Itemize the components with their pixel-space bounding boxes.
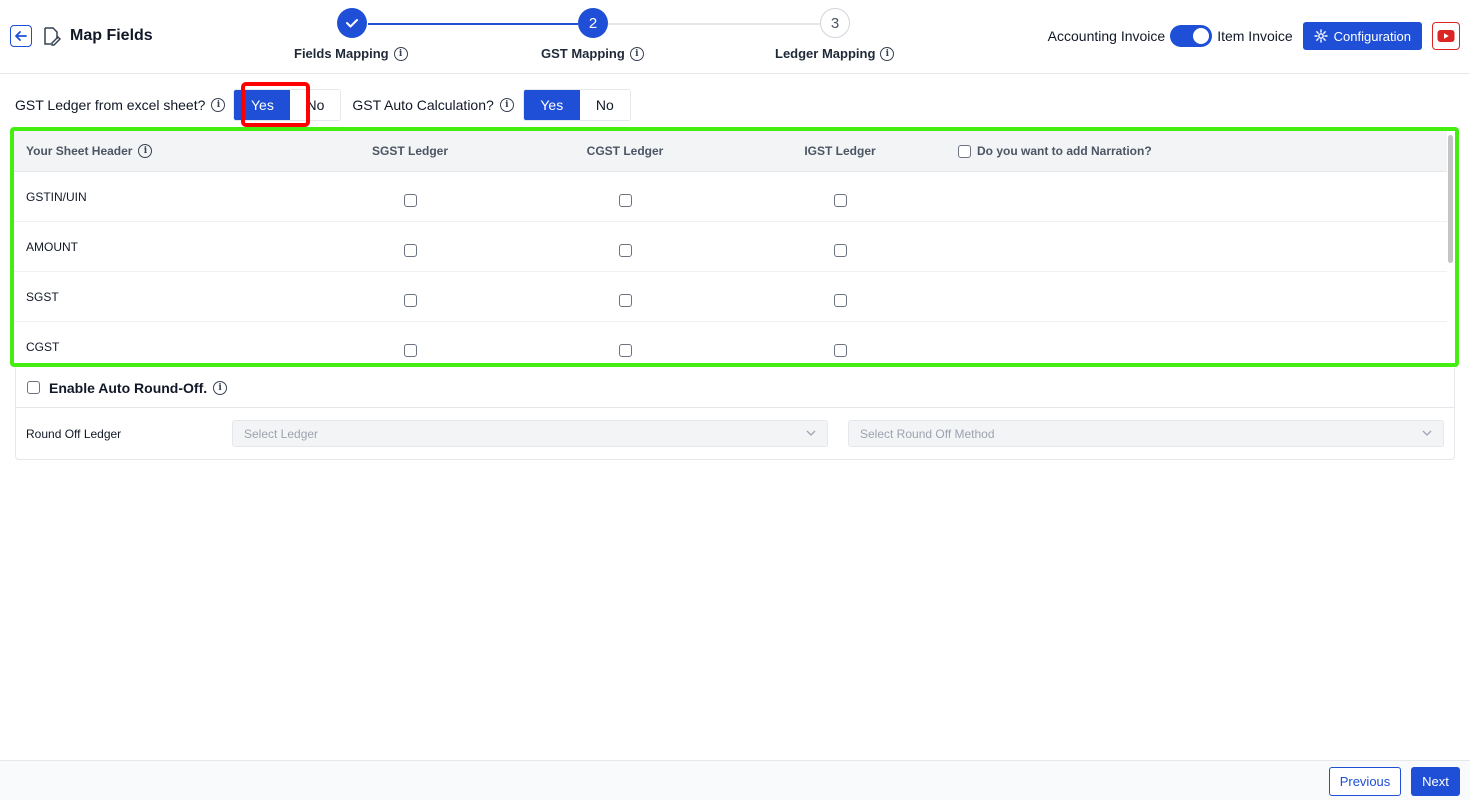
sgst-checkbox[interactable] xyxy=(404,294,417,307)
table-row: CGST xyxy=(14,322,1447,363)
top-header: Map Fields Fields Mapping i 2 GST Mappin… xyxy=(0,0,1470,74)
previous-button[interactable]: Previous xyxy=(1329,767,1401,796)
narration-checkbox[interactable] xyxy=(958,144,971,158)
step-3-circle[interactable]: 3 xyxy=(820,8,850,38)
header-sgst-ledger: SGST Ledger xyxy=(371,144,449,158)
item-invoice-label: Item Invoice xyxy=(1217,28,1293,44)
table-row: AMOUNT xyxy=(14,222,1447,272)
gst-auto-yes-button[interactable]: Yes xyxy=(523,90,580,120)
step-3-label: Ledger Mapping i xyxy=(775,46,895,61)
step-1-label: Fields Mapping i xyxy=(294,46,408,61)
table-header: Your Sheet Header i SGST Ledger CGST Led… xyxy=(14,131,1447,172)
round-off-section: Enable Auto Round-Off. i Round Off Ledge… xyxy=(15,368,1455,460)
select-round-off-method-dropdown[interactable]: Select Round Off Method xyxy=(848,420,1444,447)
info-icon[interactable]: i xyxy=(880,46,895,61)
info-icon[interactable]: i xyxy=(211,98,226,112)
gst-auto-question: GST Auto Calculation? i xyxy=(352,97,514,113)
chevron-down-icon xyxy=(806,430,816,436)
header-cgst-ledger: CGST Ledger xyxy=(586,144,664,158)
youtube-button[interactable] xyxy=(1432,22,1460,50)
back-arrow-icon xyxy=(15,31,27,41)
step-connector-2 xyxy=(608,23,820,25)
igst-checkbox[interactable] xyxy=(834,294,847,307)
header-narration: Do you want to add Narration? xyxy=(958,144,1152,158)
gst-ledger-question: GST Ledger from excel sheet? i xyxy=(15,97,226,113)
igst-checkbox[interactable] xyxy=(834,244,847,257)
gst-questions-row: GST Ledger from excel sheet? i Yes No GS… xyxy=(15,89,631,121)
step-2-label: GST Mapping i xyxy=(541,46,644,61)
auto-round-off-checkbox[interactable] xyxy=(27,381,40,394)
table-row: SGST xyxy=(14,272,1447,322)
invoice-controls: Accounting Invoice Item Invoice Configur… xyxy=(1048,22,1460,50)
auto-round-off-label: Enable Auto Round-Off. i xyxy=(49,380,228,396)
back-button[interactable] xyxy=(10,25,32,47)
table-scrollbar[interactable] xyxy=(1448,135,1453,263)
cgst-checkbox[interactable] xyxy=(619,244,632,257)
step-1-circle[interactable] xyxy=(337,8,367,38)
gst-ledger-yes-button[interactable]: Yes xyxy=(234,90,291,120)
cgst-checkbox[interactable] xyxy=(619,194,632,207)
row-label: AMOUNT xyxy=(26,240,78,254)
info-icon[interactable]: i xyxy=(138,144,153,158)
step-connector-1 xyxy=(368,23,578,25)
select-ledger-dropdown[interactable]: Select Ledger xyxy=(232,420,828,447)
gst-ledger-no-button[interactable]: No xyxy=(290,90,341,120)
step-2-circle[interactable]: 2 xyxy=(578,8,608,38)
next-button[interactable]: Next xyxy=(1411,767,1460,796)
invoice-type-toggle[interactable] xyxy=(1170,25,1213,47)
gst-auto-toggle: Yes No xyxy=(522,89,631,121)
cgst-checkbox[interactable] xyxy=(619,294,632,307)
youtube-icon xyxy=(1437,30,1455,42)
row-label: SGST xyxy=(26,290,59,304)
cgst-checkbox[interactable] xyxy=(619,344,632,357)
page-title: Map Fields xyxy=(70,27,153,44)
gst-mapping-table: Your Sheet Header i SGST Ledger CGST Led… xyxy=(10,127,1459,367)
round-off-header: Enable Auto Round-Off. i xyxy=(16,368,1454,408)
sgst-checkbox[interactable] xyxy=(404,244,417,257)
info-icon[interactable]: i xyxy=(213,381,228,395)
igst-checkbox[interactable] xyxy=(834,194,847,207)
edit-document-icon xyxy=(44,27,61,46)
footer-bar: Previous Next xyxy=(0,760,1470,800)
gst-ledger-toggle: Yes No xyxy=(233,89,342,121)
accounting-invoice-label: Accounting Invoice xyxy=(1047,28,1166,44)
chevron-down-icon xyxy=(1422,430,1432,436)
row-label: GSTIN/UIN xyxy=(26,190,87,204)
header-igst-ledger: IGST Ledger xyxy=(804,144,876,158)
toggle-knob xyxy=(1193,28,1210,44)
sgst-checkbox[interactable] xyxy=(404,344,417,357)
info-icon[interactable]: i xyxy=(499,98,514,112)
check-icon xyxy=(346,19,358,28)
sgst-checkbox[interactable] xyxy=(404,194,417,207)
gst-auto-no-button[interactable]: No xyxy=(579,90,630,120)
igst-checkbox[interactable] xyxy=(834,344,847,357)
table-row: GSTIN/UIN xyxy=(14,172,1447,222)
gear-icon xyxy=(1313,29,1328,43)
info-icon[interactable]: i xyxy=(629,46,644,61)
header-sheet-header: Your Sheet Header i xyxy=(26,144,153,158)
configuration-button[interactable]: Configuration xyxy=(1302,22,1422,50)
round-off-ledger-label: Round Off Ledger xyxy=(26,427,122,441)
info-icon[interactable]: i xyxy=(393,46,408,61)
row-label: CGST xyxy=(26,340,60,354)
